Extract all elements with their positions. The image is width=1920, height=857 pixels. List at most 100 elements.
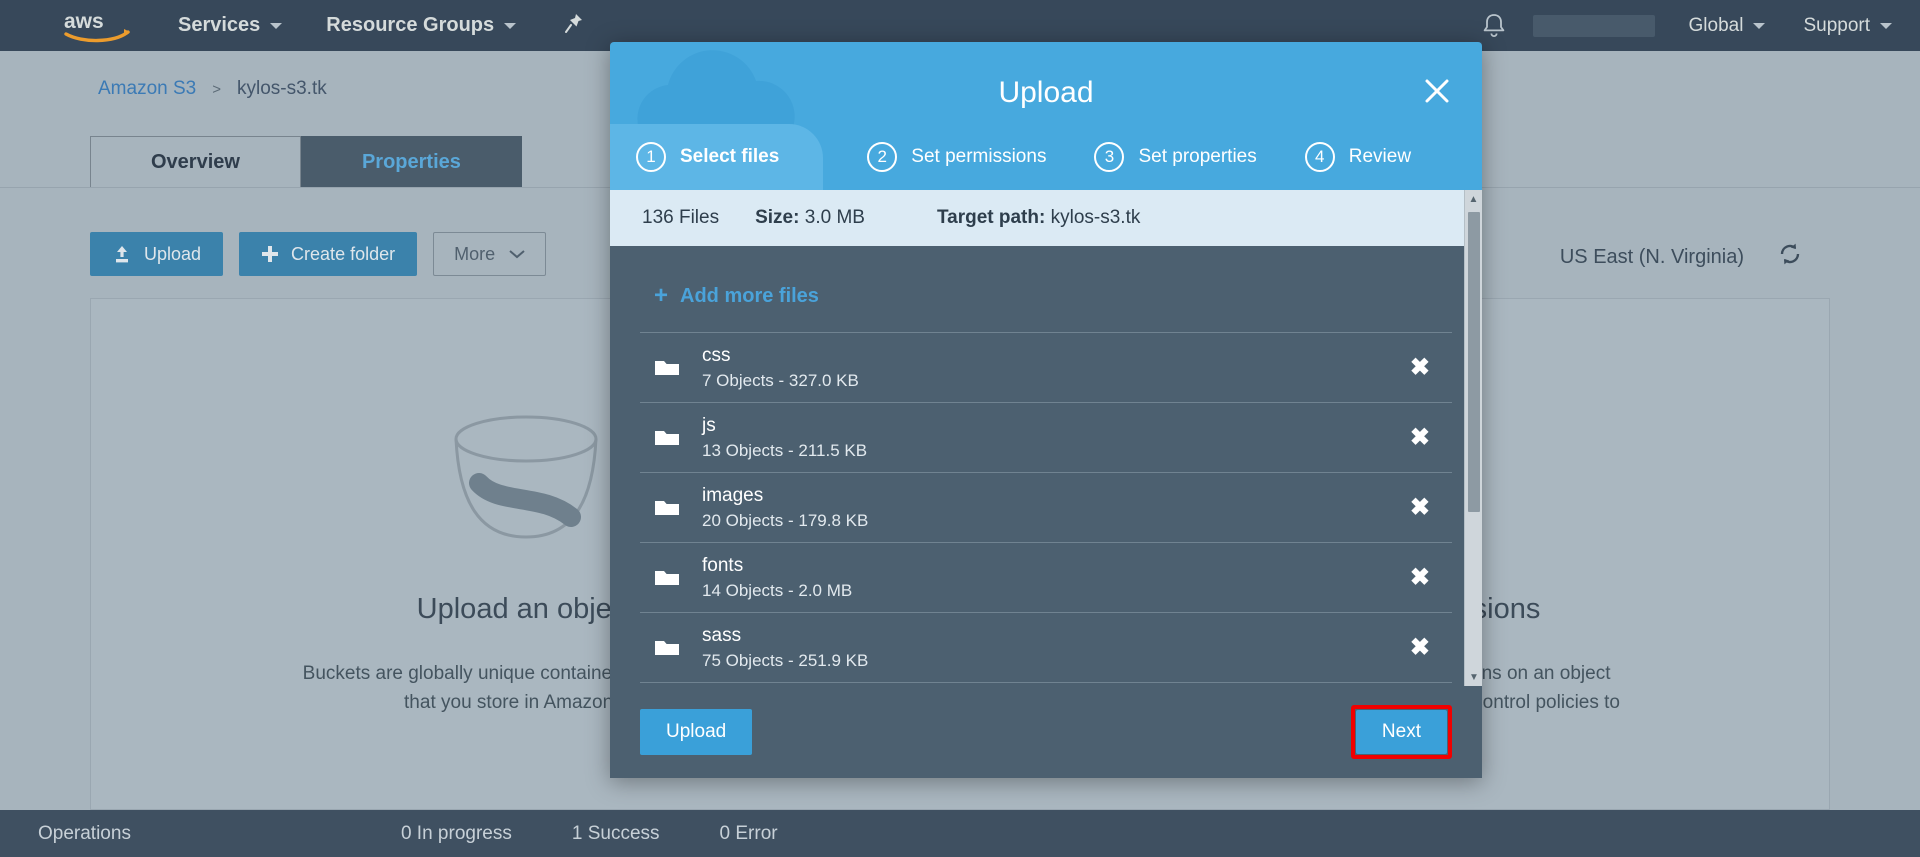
svg-text:aws: aws [64, 10, 104, 33]
modal-next-button[interactable]: Next [1355, 710, 1447, 754]
step-label: Set permissions [911, 146, 1047, 167]
more-menu-button[interactable]: More [433, 232, 547, 276]
aws-s3-console-page: aws Services Resource Groups Global Supp… [0, 0, 1920, 857]
status-error: 0 Error [719, 822, 778, 844]
step-number: 1 [636, 142, 666, 172]
step-set-properties[interactable]: 3 Set properties [1068, 124, 1257, 190]
step-label: Select files [680, 146, 780, 167]
modal-scrollbar[interactable]: ▲ ▼ [1464, 190, 1482, 686]
folder-icon [654, 568, 684, 588]
file-list-pane: + Add more files css 7 Objects - 327.0 K… [610, 246, 1482, 686]
step-number: 3 [1094, 142, 1125, 172]
breadcrumb-root-link[interactable]: Amazon S3 [98, 78, 196, 100]
file-info: js 13 Objects - 211.5 KB [702, 415, 1402, 461]
panel-title: Upload an object [416, 593, 635, 625]
file-info: sass 75 Objects - 251.9 KB [702, 625, 1402, 671]
step-select-files[interactable]: 1 Select files [610, 124, 824, 190]
file-name: fonts [702, 554, 744, 576]
folder-icon [654, 498, 684, 518]
step-label: Review [1348, 146, 1412, 167]
account-menu[interactable] [1532, 14, 1655, 37]
step-label: Set properties [1138, 146, 1257, 167]
file-name: sass [702, 624, 742, 646]
region-label: US East (N. Virginia) [1559, 245, 1744, 268]
step-number: 4 [1304, 142, 1335, 172]
remove-file-button[interactable]: ✖ [1402, 493, 1438, 522]
step-number: 2 [867, 142, 898, 172]
file-detail: 75 Objects - 251.9 KB [702, 650, 869, 670]
file-list-item[interactable]: fonts 14 Objects - 2.0 MB ✖ [640, 542, 1452, 612]
file-detail: 20 Objects - 179.8 KB [702, 510, 869, 530]
add-more-files-label: Add more files [680, 284, 819, 307]
upload-modal-footer: Upload Next [610, 686, 1482, 778]
status-in-progress: 0 In progress [400, 822, 512, 844]
nav-global-label: Global [1688, 14, 1744, 36]
chevron-down-icon[interactable]: ▼ [1465, 668, 1482, 686]
region-selector[interactable]: US East (N. Virginia) [1560, 242, 1802, 272]
upload-scroll-area: 136 Files Size: 3.0 MB Target path: kylo… [610, 190, 1482, 686]
plus-icon [261, 245, 279, 263]
step-set-permissions[interactable]: 2 Set permissions [841, 124, 1046, 190]
upload-modal: Upload 1 Select files 2 Set permissions … [610, 42, 1482, 778]
operations-label[interactable]: Operations [38, 823, 131, 845]
nav-resource-groups-label: Resource Groups [326, 14, 495, 36]
status-success: 1 Success [571, 822, 660, 844]
chevron-down-icon [504, 22, 517, 29]
chevron-down-icon [1753, 22, 1766, 29]
bell-icon[interactable] [1481, 12, 1507, 40]
refresh-icon[interactable] [1778, 242, 1802, 272]
more-menu-label: More [454, 243, 496, 264]
scrollbar-thumb[interactable] [1468, 212, 1480, 512]
chevron-down-icon [270, 22, 283, 29]
aws-logo[interactable]: aws [62, 9, 134, 43]
file-detail: 13 Objects - 211.5 KB [702, 440, 868, 460]
remove-file-button[interactable]: ✖ [1402, 563, 1438, 592]
add-more-files-link[interactable]: + Add more files [640, 246, 1452, 332]
file-list-item[interactable]: js 13 Objects - 211.5 KB ✖ [640, 402, 1452, 472]
upload-modal-title: Upload [998, 76, 1094, 109]
close-icon[interactable] [1418, 72, 1456, 110]
file-list-item[interactable]: sass 75 Objects - 251.9 KB ✖ [640, 612, 1452, 682]
step-review[interactable]: 4 Review [1279, 124, 1411, 190]
folder-icon [654, 358, 684, 378]
nav-support[interactable]: Support [1803, 15, 1892, 37]
file-name: css [702, 344, 731, 366]
pin-icon[interactable] [564, 12, 584, 40]
upload-button-label: Upload [144, 243, 202, 264]
bucket-toolbar: Upload Create folder More [90, 232, 547, 276]
modal-upload-button[interactable]: Upload [640, 709, 753, 755]
nav-services-label: Services [178, 14, 261, 36]
file-list-item-partial[interactable] [640, 682, 1452, 686]
breadcrumb: Amazon S3 > kylos-s3.tk [98, 78, 327, 100]
upload-icon [112, 244, 132, 264]
operations-status-bar: Operations 0 In progress 1 Success 0 Err… [0, 810, 1920, 857]
nav-resource-groups[interactable]: Resource Groups [326, 14, 517, 37]
chevron-down-icon [1880, 22, 1892, 29]
upload-modal-header: Upload 1 Select files 2 Set permissions … [610, 42, 1482, 190]
chevron-up-icon[interactable]: ▲ [1465, 190, 1482, 208]
create-folder-button[interactable]: Create folder [239, 232, 418, 276]
upload-summary-bar: 136 Files Size: 3.0 MB Target path: kylo… [610, 190, 1482, 246]
upload-modal-body: 136 Files Size: 3.0 MB Target path: kylo… [610, 190, 1482, 778]
remove-file-button[interactable]: ✖ [1402, 423, 1438, 452]
top-navigation-right: Global Support [1481, 12, 1892, 40]
next-button-highlight: Next [1350, 705, 1452, 759]
tab-overview[interactable]: Overview [90, 136, 301, 188]
upload-button[interactable]: Upload [90, 232, 224, 276]
file-name: images [702, 484, 764, 506]
file-info: fonts 14 Objects - 2.0 MB [702, 555, 1402, 601]
create-folder-button-label: Create folder [291, 243, 396, 264]
file-name: js [702, 414, 716, 436]
size-value: 3.0 MB [804, 207, 865, 228]
remove-file-button[interactable]: ✖ [1402, 633, 1438, 662]
bucket-illustration [421, 409, 631, 559]
file-list-item[interactable]: images 20 Objects - 179.8 KB ✖ [640, 472, 1452, 542]
tab-properties[interactable]: Properties [300, 136, 522, 188]
file-list-item[interactable]: css 7 Objects - 327.0 KB ✖ [640, 332, 1452, 402]
file-info: css 7 Objects - 327.0 KB [702, 345, 1402, 391]
nav-region-global[interactable]: Global [1689, 15, 1766, 37]
tab-overview-label: Overview [151, 151, 240, 173]
remove-file-button[interactable]: ✖ [1402, 353, 1438, 382]
file-detail: 14 Objects - 2.0 MB [702, 580, 853, 600]
nav-services[interactable]: Services [178, 14, 283, 37]
